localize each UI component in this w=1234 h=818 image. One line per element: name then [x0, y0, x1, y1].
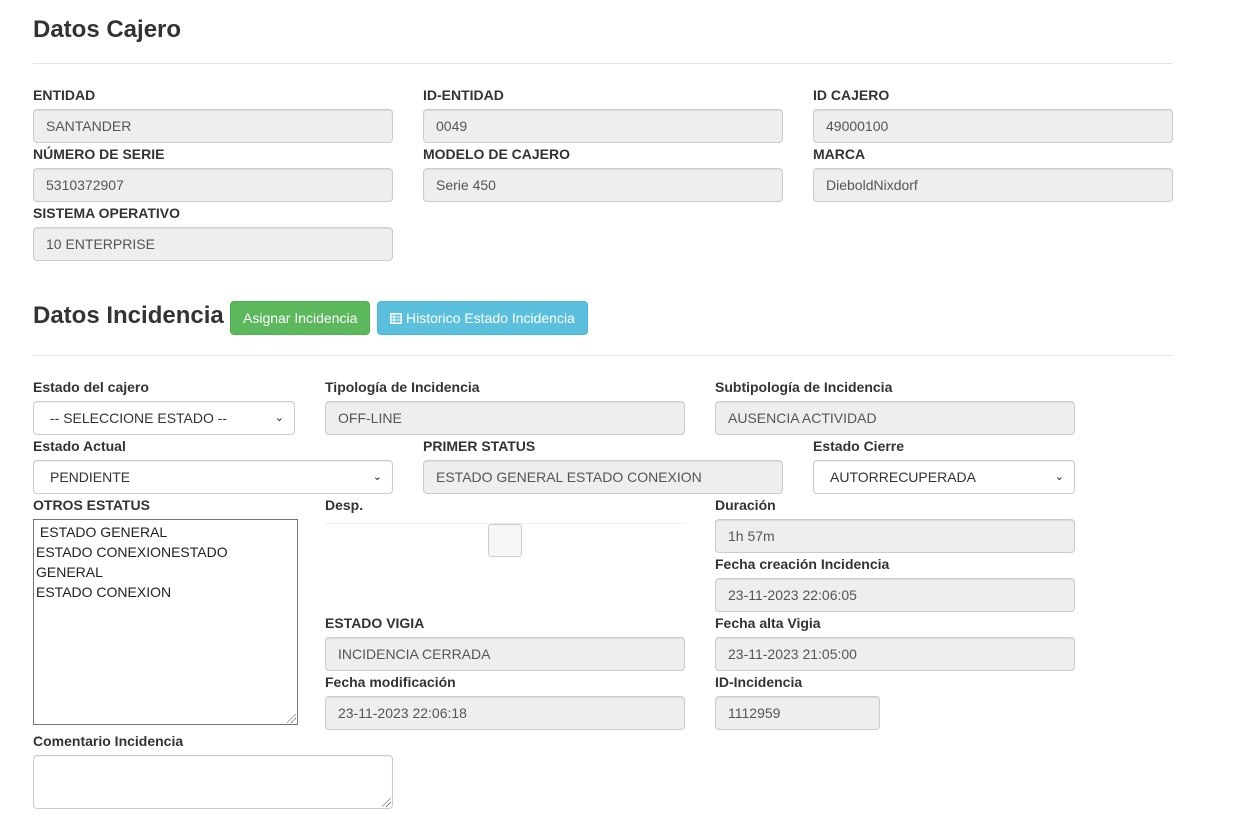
id-cajero-label: ID CAJERO	[813, 87, 890, 103]
id-incidencia-field[interactable]: 1112959	[715, 696, 880, 730]
chevron-down-icon: ⌄	[274, 412, 284, 424]
fecha-creacion-label: Fecha creación Incidencia	[715, 556, 890, 572]
comentario-label: Comentario Incidencia	[33, 733, 184, 749]
desp-label: Desp.	[325, 497, 364, 513]
chevron-down-icon: ⌄	[372, 471, 382, 483]
estado-cierre-value: AUTORRECUPERADA	[830, 469, 976, 485]
subtipologia-field[interactable]: AUSENCIA ACTIVIDAD	[715, 401, 1075, 435]
estado-cierre-select[interactable]: AUTORRECUPERADA ⌄	[813, 460, 1075, 494]
list-item[interactable]: GENERAL	[36, 562, 295, 582]
entidad-field[interactable]: SANTANDER	[33, 109, 393, 143]
id-cajero-field[interactable]: 49000100	[813, 109, 1173, 143]
estado-actual-select[interactable]: PENDIENTE ⌄	[33, 460, 393, 494]
divider	[33, 63, 1173, 64]
resize-handle[interactable]	[382, 798, 391, 807]
tipologia-label: Tipología de Incidencia	[325, 379, 480, 395]
otros-estatus-listbox[interactable]: ESTADO GENERAL ESTADO CONEXIONESTADO GEN…	[33, 519, 298, 725]
list-item[interactable]: ESTADO GENERAL	[36, 522, 295, 542]
fecha-alta-vigia-label: Fecha alta Vigia	[715, 615, 821, 631]
marca-field[interactable]: DieboldNixdorf	[813, 168, 1173, 202]
resize-handle[interactable]	[287, 714, 296, 723]
asignar-incidencia-button[interactable]: Asignar Incidencia	[230, 301, 371, 335]
sistema-operativo-label: SISTEMA OPERATIVO	[33, 205, 181, 221]
tipologia-field[interactable]: OFF-LINE	[325, 401, 685, 435]
list-item[interactable]: ESTADO CONEXION	[36, 582, 295, 602]
desp-checkbox[interactable]	[488, 524, 522, 557]
chevron-down-icon: ⌄	[1054, 471, 1064, 483]
sistema-operativo-field[interactable]: 10 ENTERPRISE	[33, 227, 393, 261]
cajero-section-title: Datos Cajero	[33, 16, 182, 43]
primer-status-label: PRIMER STATUS	[423, 438, 536, 454]
estado-vigia-label: ESTADO VIGIA	[325, 615, 425, 631]
estado-cajero-label: Estado del cajero	[33, 379, 149, 395]
comentario-textarea[interactable]	[33, 755, 393, 809]
estado-vigia-field[interactable]: INCIDENCIA CERRADA	[325, 637, 685, 671]
historico-button-label: Historico Estado Incidencia	[406, 310, 575, 326]
list-icon	[390, 313, 402, 324]
id-entidad-label: ID-ENTIDAD	[423, 87, 504, 103]
divider	[33, 355, 1173, 356]
estado-cierre-label: Estado Cierre	[813, 438, 905, 454]
entidad-label: ENTIDAD	[33, 87, 96, 103]
numero-serie-field[interactable]: 5310372907	[33, 168, 393, 202]
modelo-label: MODELO DE CAJERO	[423, 146, 571, 162]
marca-label: MARCA	[813, 146, 866, 162]
estado-actual-value: PENDIENTE	[50, 469, 131, 485]
id-entidad-field[interactable]: 0049	[423, 109, 783, 143]
id-incidencia-label: ID-Incidencia	[715, 674, 803, 690]
estado-actual-label: Estado Actual	[33, 438, 126, 454]
fecha-modificacion-field[interactable]: 23-11-2023 22:06:18	[325, 696, 685, 730]
fecha-modificacion-label: Fecha modificación	[325, 674, 456, 690]
otros-estatus-label: OTROS ESTATUS	[33, 497, 150, 513]
fecha-alta-vigia-field[interactable]: 23-11-2023 21:05:00	[715, 637, 1075, 671]
modelo-field[interactable]: Serie 450	[423, 168, 783, 202]
fecha-creacion-field[interactable]: 23-11-2023 22:06:05	[715, 578, 1075, 612]
primer-status-field[interactable]: ESTADO GENERAL ESTADO CONEXION	[423, 460, 783, 494]
estado-cajero-value: -- SELECCIONE ESTADO --	[50, 410, 228, 426]
subtipologia-label: Subtipología de Incidencia	[715, 379, 893, 395]
duracion-label: Duración	[715, 497, 776, 513]
historico-estado-button[interactable]: Historico Estado Incidencia	[377, 301, 588, 335]
estado-cajero-select[interactable]: -- SELECCIONE ESTADO -- ⌄	[33, 401, 295, 435]
duracion-field[interactable]: 1h 57m	[715, 519, 1075, 553]
incidencia-section-title: Datos Incidencia	[33, 302, 224, 329]
numero-serie-label: NÚMERO DE SERIE	[33, 146, 165, 162]
list-item[interactable]: ESTADO CONEXIONESTADO	[36, 542, 295, 562]
